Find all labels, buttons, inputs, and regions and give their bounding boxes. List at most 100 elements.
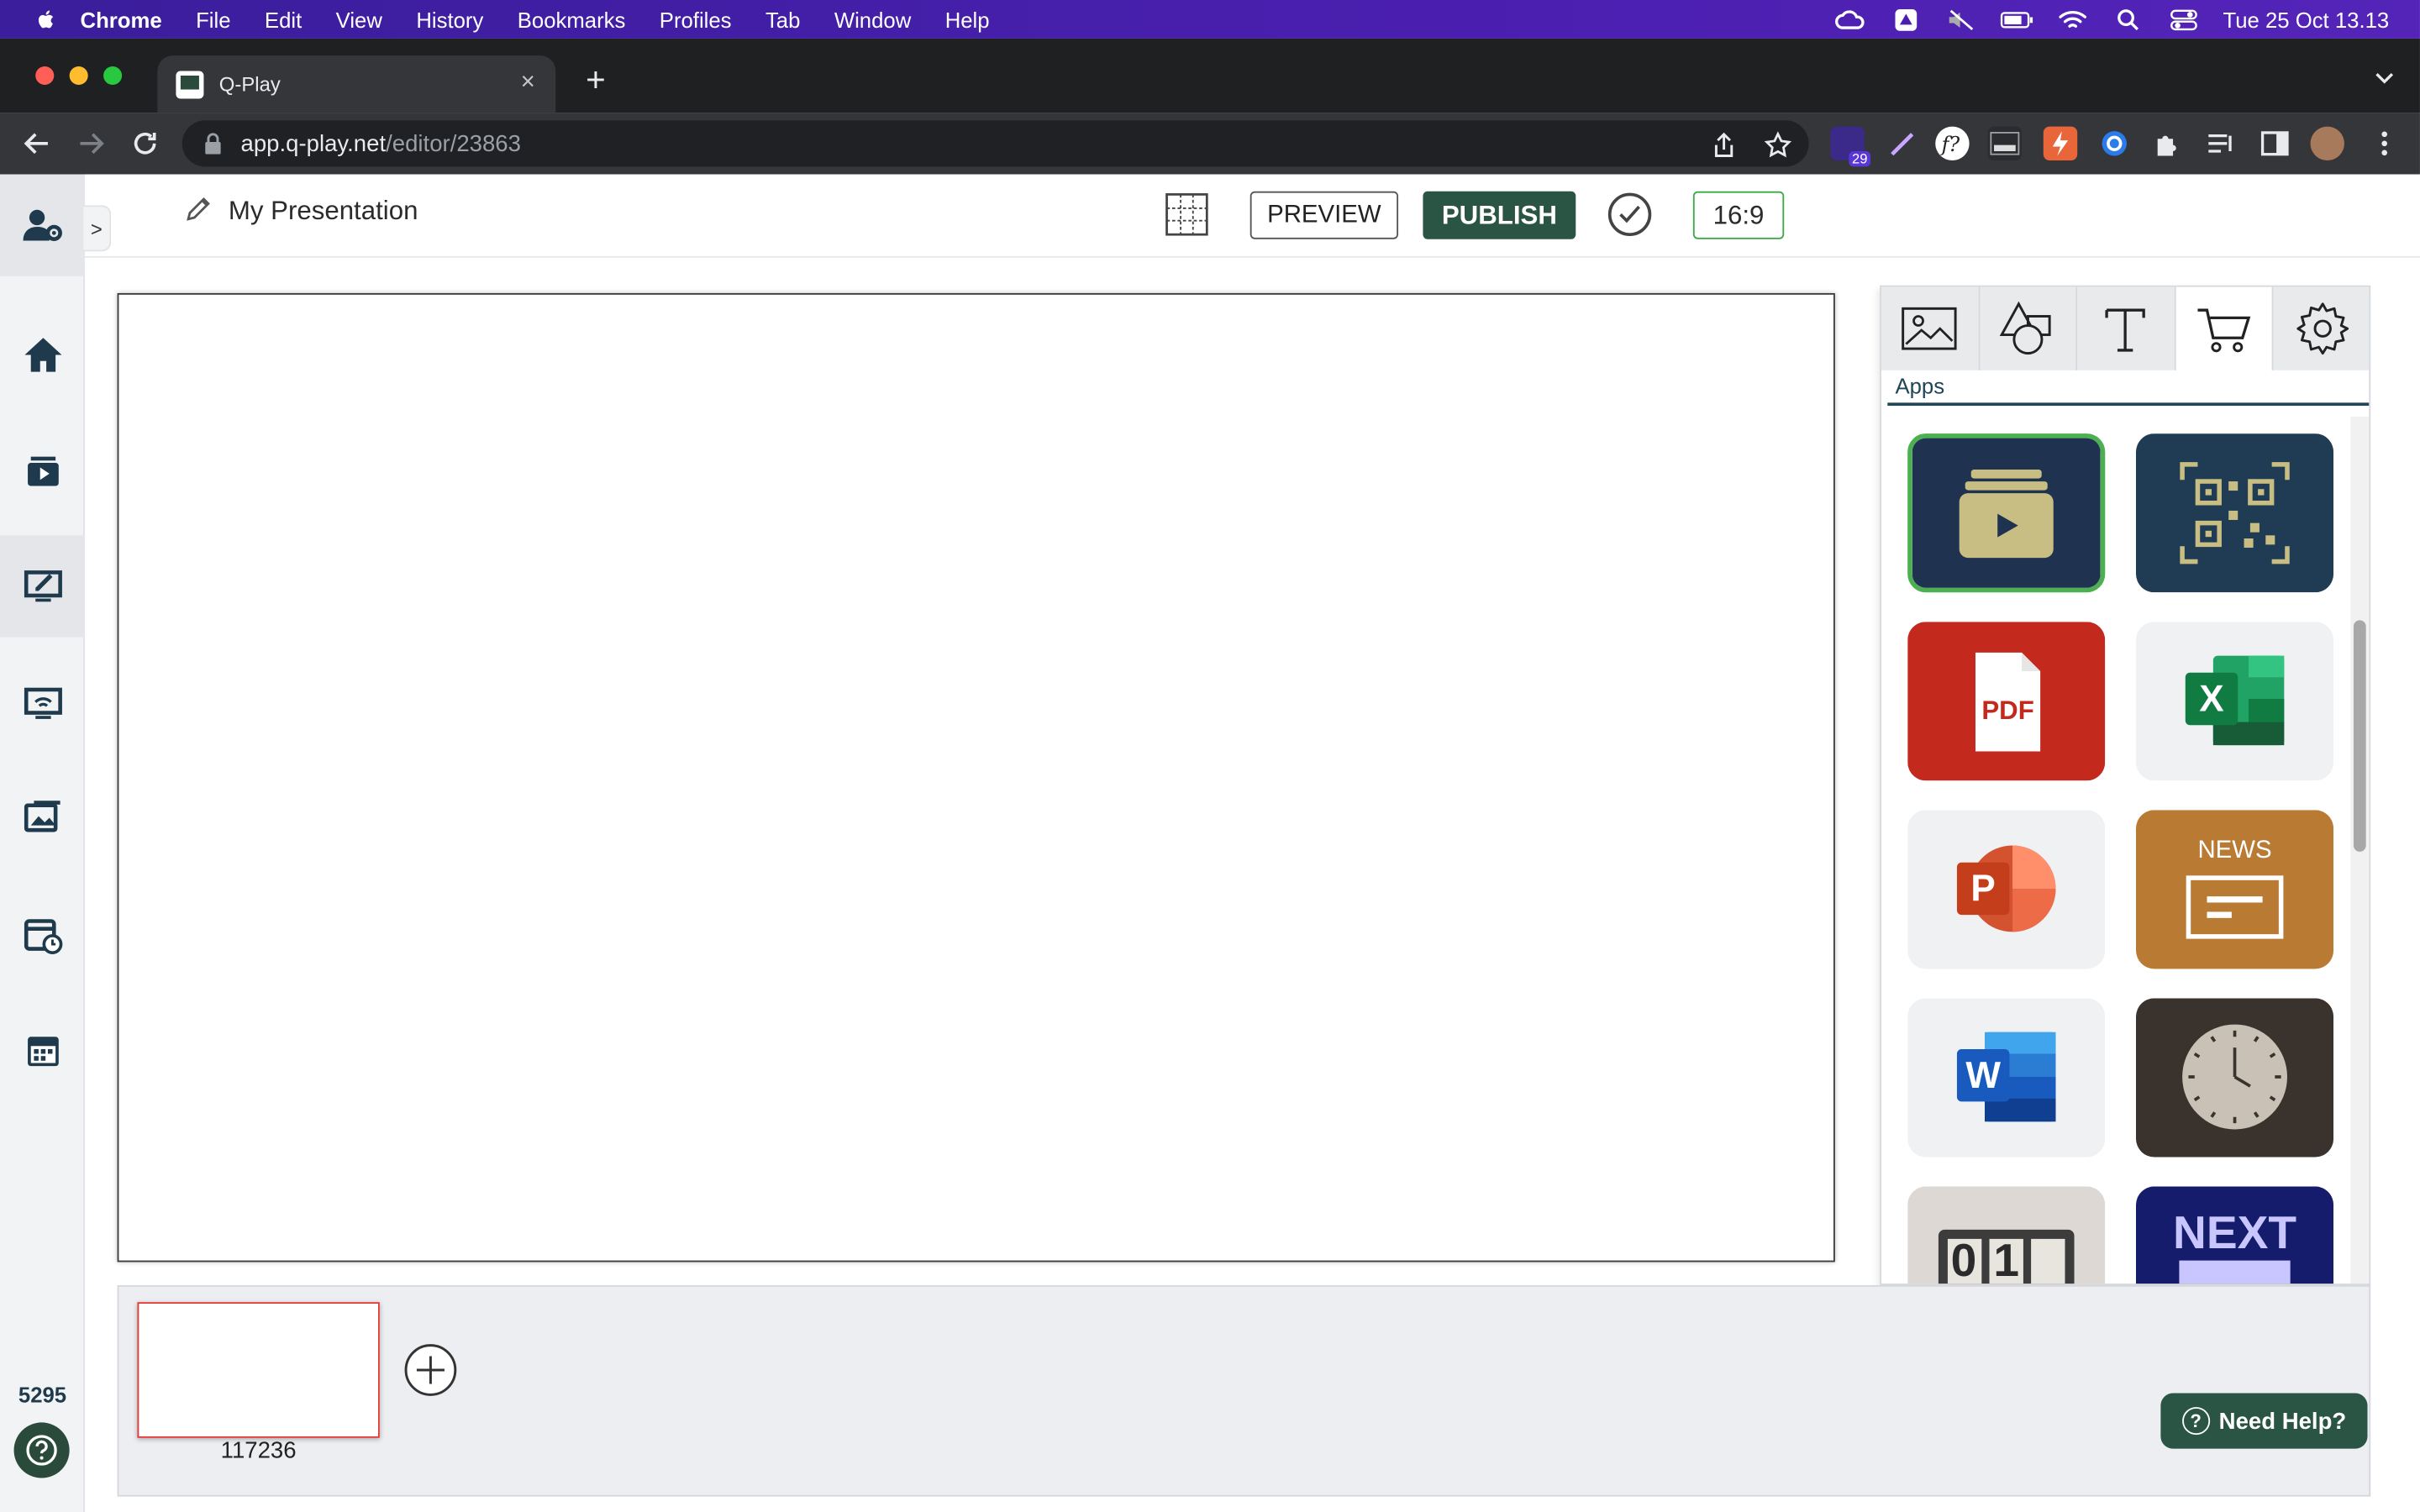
menu-view[interactable]: View [336,7,382,31]
browser-tab[interactable]: Q-Play × [157,55,556,113]
publish-button[interactable]: PUBLISH [1423,191,1576,239]
slide-thumbnail[interactable] [137,1302,380,1438]
apps-grid: PDF X P NEWS W 01 NEXT [1881,287,2344,1285]
nav-gallery[interactable] [0,767,85,869]
formula-extension-icon[interactable]: f? [1935,126,1970,161]
mute-icon[interactable] [1945,7,1979,31]
preview-button[interactable]: PREVIEW [1249,191,1399,239]
wifi-icon[interactable] [2056,7,2090,31]
calendar-icon [27,1037,58,1067]
side-panel-icon[interactable] [2258,127,2291,160]
nav-home[interactable] [0,304,85,406]
reading-list-icon[interactable] [2204,127,2238,160]
battery-icon[interactable] [2001,7,2034,31]
app-tile-powerpoint[interactable]: P [1907,810,2106,969]
menu-history[interactable]: History [416,7,483,31]
app-tile-qr-code[interactable] [2135,433,2334,593]
drive-icon[interactable] [1890,7,1923,31]
new-tab-button[interactable]: + [581,62,612,96]
menu-help[interactable]: Help [945,7,990,31]
pen-extension-icon[interactable] [1886,127,1919,160]
grid-toggle-icon[interactable] [1165,193,1208,236]
add-slide-plus-icon[interactable] [402,1342,458,1398]
version-number: 5295 [18,1382,67,1408]
tab-search-chevron-icon[interactable] [2374,66,2396,88]
help-question-icon: ? [2181,1407,2210,1436]
clock-app-icon [2135,998,2334,1158]
menu-window[interactable]: Window [834,7,911,31]
next-label: NEXT [2173,1208,2297,1259]
new-tab-extension-icon[interactable] [1987,126,2023,161]
home-icon [24,338,61,372]
svg-text:f?: f? [1940,133,1960,156]
app-tile-counter[interactable]: 01 [1907,1186,2106,1285]
app-tile-next-queue[interactable]: NEXT [2135,1186,2334,1284]
extensions-puzzle-icon[interactable] [2150,127,2184,160]
menu-file[interactable]: File [196,7,230,31]
share-icon[interactable] [1710,131,1738,159]
grammar-extension-icon[interactable] [2097,127,2131,160]
control-center-icon[interactable] [2167,7,2201,31]
editor-top-bar: My Presentation PREVIEW PUBLISH 16:9 [85,175,2420,258]
reload-icon[interactable] [129,128,160,159]
creative-cloud-icon[interactable] [1834,7,1868,31]
back-arrow-icon[interactable] [22,128,53,159]
url-host: app.q-play.net [240,130,387,157]
slide-canvas[interactable] [117,292,1835,1263]
nav-editor[interactable] [0,535,86,638]
q-play-editor: 5295 > My Presentation PREVIEW PUBLISH 1… [0,174,2420,1512]
window-close-button[interactable] [35,66,55,86]
chrome-menu-icon[interactable] [2367,127,2401,160]
window-zoom-button[interactable] [103,66,123,86]
slide-id-label: 117236 [220,1437,297,1465]
app-tile-media-playlist[interactable] [1907,433,2106,593]
menu-edit[interactable]: Edit [265,7,302,31]
word-label: W [1965,1055,2001,1097]
nav-screens[interactable] [0,653,85,754]
app-tile-pdf[interactable]: PDF [1907,622,2106,781]
address-bar[interactable]: app.q-play.net /editor/23863 [182,120,1809,167]
bookmark-star-icon[interactable] [1764,131,1792,159]
app-tile-word[interactable]: W [1907,998,2106,1158]
news-label: NEWS [2197,837,2272,864]
app-tile-clock[interactable] [2135,998,2334,1158]
lightning-extension-icon[interactable] [2043,126,2078,161]
extension-notifications-icon[interactable]: 29 [1830,126,1871,167]
need-help-label: Need Help? [2218,1407,2347,1435]
profile-avatar[interactable] [2310,126,2344,161]
nav-account-settings[interactable] [0,174,86,276]
nav-media[interactable] [0,420,85,522]
check-circle-icon[interactable] [1607,192,1653,238]
counter-label: 01 [1950,1236,2037,1285]
tools-panel: Apps PDF X P NEWS W 01 NEXT [1880,285,2371,1285]
powerpoint-label: P [1970,869,1996,911]
app-tile-news[interactable]: NEWS [2135,810,2334,969]
menu-app-name[interactable]: Chrome [81,7,162,31]
news-app-icon [2135,810,2334,969]
macos-menu-bar: Chrome File Edit View History Bookmarks … [0,0,2420,39]
help-button[interactable] [13,1422,70,1478]
pencil-icon[interactable] [185,194,213,222]
menu-clock[interactable]: Tue 25 Oct 13.13 [2223,7,2389,31]
apple-icon[interactable] [34,7,58,31]
slide-strip: 117236 [117,1284,2371,1497]
browser-tab-strip: Q-Play × + [0,38,2420,113]
app-tile-excel[interactable]: X [2135,622,2334,781]
menu-bookmarks[interactable]: Bookmarks [518,7,626,31]
aspect-ratio-button[interactable]: 16:9 [1692,191,1785,239]
edit-screen-icon [24,570,62,602]
tab-close-icon[interactable]: × [515,71,539,95]
apps-scrollbar-thumb[interactable] [2353,620,2366,852]
menu-profiles[interactable]: Profiles [660,7,732,31]
image-gallery-icon [24,801,60,832]
spotlight-search-icon[interactable] [2112,7,2145,31]
forward-arrow-icon[interactable] [76,128,107,159]
window-minimize-button[interactable] [69,66,88,86]
nav-schedule[interactable] [0,884,85,985]
nav-calendar[interactable] [0,1000,85,1101]
menu-tab[interactable]: Tab [765,7,800,31]
lock-icon[interactable] [203,133,222,155]
apps-scrollbar[interactable] [2350,416,2370,1284]
need-help-button[interactable]: ? Need Help? [2160,1393,2368,1449]
presentation-title[interactable]: My Presentation [229,196,418,227]
